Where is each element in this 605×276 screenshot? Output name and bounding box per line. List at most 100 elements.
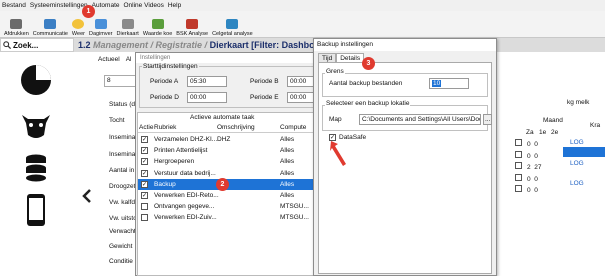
row-computer: Alles	[280, 192, 295, 199]
row-computer: Alles	[280, 136, 295, 143]
background-field[interactable]: 8	[104, 75, 136, 87]
annotation-badge-2: 2	[216, 178, 229, 191]
table-row[interactable]: ✓ Verwerken EDI-Reto... Alles	[138, 190, 316, 201]
row-computer: Alles	[280, 158, 295, 166]
row-computer: MTSGU...	[280, 214, 309, 222]
bsk-analyse-button[interactable]: BSK Analyse	[174, 11, 210, 37]
row-rubriek: Printen Attentielijst	[154, 147, 208, 155]
bg-label: Vw. kalfd	[109, 199, 136, 206]
analysis-icon	[226, 19, 239, 29]
menu-automate[interactable]: Automate	[92, 0, 120, 11]
search-box[interactable]: Zoek...	[0, 38, 74, 52]
browse-button[interactable]: ...	[483, 114, 493, 125]
periode-a-input[interactable]: 05:30	[187, 76, 227, 87]
tab-al[interactable]: Al	[126, 56, 132, 66]
log-value: LOG	[570, 139, 584, 146]
menu-systeeminstellingen[interactable]: Systeeminstellingen	[30, 0, 88, 11]
grens-title: Grens	[325, 68, 345, 75]
phone-icon[interactable]	[18, 192, 54, 228]
annotation-badge-1: 1	[82, 5, 95, 18]
communicatie-button[interactable]: Communicatie	[31, 11, 70, 37]
row-checkbox[interactable]: ✓	[141, 169, 148, 177]
log-value: LOG	[570, 160, 584, 167]
row-checkbox[interactable]: ✓	[141, 180, 148, 188]
row-rubriek: Ontvangen gegeve...	[154, 203, 215, 211]
calendar-icon	[94, 19, 107, 29]
row-checkbox[interactable]: ✓	[141, 136, 148, 143]
row-computer: Alles	[280, 180, 295, 188]
title-highlight: Dierkaart [Filter: Dashbo	[209, 40, 315, 50]
aantal-backup-input[interactable]: 10	[429, 78, 469, 89]
title-muted: Management / Registratie /	[93, 40, 208, 50]
col-actie[interactable]: Actie	[139, 124, 153, 131]
menu-bestand[interactable]: Bestand	[2, 0, 26, 11]
left-sidebar	[0, 52, 74, 276]
row-checkbox[interactable]	[141, 203, 148, 211]
dierkaart-button[interactable]: Dierkaart	[115, 11, 141, 37]
row-rubriek: Verwerken EDI-Reto...	[154, 192, 219, 199]
row-checkbox[interactable]: ✓	[141, 147, 148, 155]
row-rubriek: Verstuur data bedrij...	[154, 169, 216, 177]
printer-icon	[10, 19, 23, 29]
tab-actueel[interactable]: Actueel	[98, 56, 120, 66]
col-rubriek[interactable]: Rubriek	[154, 124, 176, 131]
table-row[interactable]: ✓ Printen Attentielijst Alles	[138, 145, 316, 156]
backup-dialog-title: Backup instellingen	[314, 39, 496, 51]
table-row[interactable]: Verwerken EDI-Zuiv... MTSGU...	[138, 212, 316, 223]
background-tabs: Actueel Al	[98, 56, 131, 66]
row-checkbox[interactable]: ✓	[141, 192, 148, 199]
bg-label: Insemina	[109, 151, 136, 158]
card-icon	[121, 19, 134, 29]
table-row[interactable]: ✓ Hergroeperen Alles	[138, 156, 316, 167]
right-grid: Za 1e 2e Maand Kra LOG LOG LOG	[497, 117, 605, 207]
right-checkbox[interactable]	[515, 185, 522, 192]
table-row[interactable]: ✓ Verstuur data bedrij... Alles	[138, 168, 316, 179]
row-checkbox[interactable]: ✓	[141, 158, 148, 166]
row-computer: Alles	[280, 169, 295, 177]
right-values: 0 0 0 0 2 27 0 0 0 0	[515, 139, 541, 197]
col-omschrijving[interactable]: Omschrijving	[217, 124, 255, 131]
search-placeholder: Zoek...	[13, 40, 39, 50]
celgetal-analyse-button[interactable]: Celgetal analyse	[210, 11, 255, 37]
coins-icon[interactable]	[18, 150, 54, 186]
annotation-badge-3: 3	[362, 57, 375, 70]
cow-icon[interactable]	[18, 107, 54, 143]
weather-icon	[72, 19, 85, 29]
periode-d-label: Periode D	[150, 94, 179, 101]
map-path-input[interactable]: C:\Documents and Settings\All Users\Docu	[359, 114, 481, 125]
aantal-label: Aantal backup bestanden	[329, 80, 403, 87]
table-row[interactable]: Ontvangen gegeve... MTSGU...	[138, 201, 316, 212]
automate-task-table: Actieve automate taak Actie Rubriek Omsc…	[137, 112, 317, 276]
col-kra: Kra	[590, 122, 601, 129]
col-computer[interactable]: Compute	[280, 124, 306, 131]
right-checkbox[interactable]	[515, 162, 522, 169]
pie-chart-icon[interactable]	[18, 62, 54, 98]
bg-label: Insemina	[109, 134, 136, 141]
details-pane: Grens Aantal backup bestanden 10 Selecte…	[318, 62, 493, 274]
right-checkbox[interactable]	[515, 150, 522, 158]
menu-online-videos[interactable]: Online Videos	[124, 0, 164, 11]
bg-label: Conditie	[109, 258, 133, 265]
col-2e: 2e	[551, 129, 559, 136]
right-checkbox[interactable]	[515, 173, 522, 181]
periode-d-input[interactable]: 00:00	[187, 92, 227, 103]
periode-e-label: Periode E	[250, 94, 279, 101]
row-rubriek: Backup	[154, 180, 176, 188]
kg-melk-label: kg melk	[567, 99, 590, 106]
afdrukken-button[interactable]: Afdrukken	[2, 11, 31, 37]
table-header: Actie Rubriek Omschrijving Compute	[138, 123, 316, 133]
table-row[interactable]: ✓ Verzamelen DHZ-KI... DHZ Alles	[138, 134, 316, 145]
row-computer: MTSGU...	[280, 203, 309, 211]
right-checkbox[interactable]	[515, 139, 522, 146]
waarde-koe-button[interactable]: Waarde koe	[141, 11, 174, 37]
title-prefix: 1.2	[78, 40, 91, 50]
bg-label: Vw. uitstc	[109, 215, 137, 222]
chevron-left-icon[interactable]	[82, 188, 92, 204]
chart-icon	[186, 19, 199, 29]
col-maand: Maand	[543, 117, 563, 124]
map-label: Map	[329, 116, 342, 123]
menu-help[interactable]: Help	[168, 0, 181, 11]
table-group-header: Actieve automate taak	[190, 114, 255, 121]
row-checkbox[interactable]	[141, 214, 148, 222]
search-icon	[3, 41, 11, 49]
